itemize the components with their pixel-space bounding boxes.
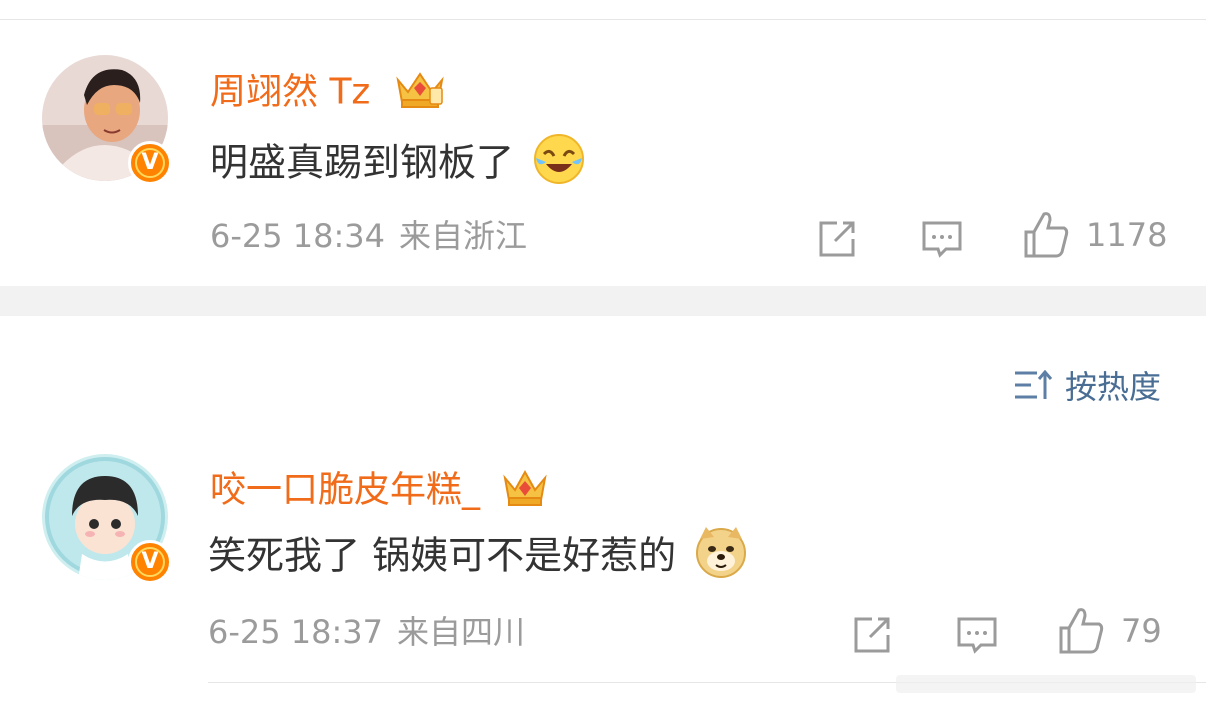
share-icon <box>854 617 890 653</box>
crown-badge-icon <box>501 464 549 519</box>
share-button[interactable] <box>815 217 859 265</box>
comment-item: V 周翊然 Tz 明盛真踢到钢板了 6-25 18:34 来自浙江 1178 <box>0 20 1206 286</box>
doge-emoji-icon <box>694 525 748 591</box>
comment-location: 来自浙江 <box>399 217 528 255</box>
comment-text: 笑死我了 锅姨可不是好惹的 <box>208 525 748 591</box>
like-count: 79 <box>1121 612 1162 650</box>
share-button[interactable] <box>850 613 894 661</box>
watermark-icon <box>896 671 1196 697</box>
section-divider <box>0 286 1206 316</box>
thumbs-up-icon <box>1024 212 1069 258</box>
laughing-crying-emoji-icon <box>532 132 586 198</box>
verified-badge-icon: V <box>128 540 172 584</box>
comment-icon <box>957 617 997 654</box>
username[interactable]: 周翊然 Tz <box>210 66 448 121</box>
sort-icon <box>1014 369 1053 399</box>
thumbs-up-icon <box>1059 608 1104 654</box>
comment-meta: 6-25 18:34 来自浙江 <box>210 216 527 256</box>
comment-icon <box>922 221 962 258</box>
sort-toggle[interactable]: 按热度 <box>1013 362 1161 408</box>
like-count: 1178 <box>1086 216 1168 254</box>
comment-meta: 6-25 18:37 来自四川 <box>208 612 525 652</box>
reply-button[interactable] <box>955 613 999 661</box>
verified-badge-icon: V <box>128 141 172 185</box>
comment-date: 6-25 18:37 <box>208 613 384 651</box>
comment-item: V 咬一口脆皮年糕_ 笑死我了 锅姨可不是好惹的 6-25 18:37 来自四川… <box>0 430 1206 690</box>
like-button[interactable]: 79 <box>1057 606 1162 656</box>
reply-button[interactable] <box>920 217 964 265</box>
like-button[interactable]: 1178 <box>1022 210 1167 260</box>
share-icon <box>819 221 855 257</box>
avatar[interactable]: V <box>42 55 172 185</box>
comment-text: 明盛真踢到钢板了 <box>210 132 586 198</box>
sort-label[interactable]: 按热度 <box>1065 362 1161 408</box>
comment-date: 6-25 18:34 <box>210 217 386 255</box>
crown-badge-icon <box>392 66 448 121</box>
comment-location: 来自四川 <box>397 613 526 651</box>
username[interactable]: 咬一口脆皮年糕_ <box>210 464 549 519</box>
avatar[interactable]: V <box>42 454 172 584</box>
